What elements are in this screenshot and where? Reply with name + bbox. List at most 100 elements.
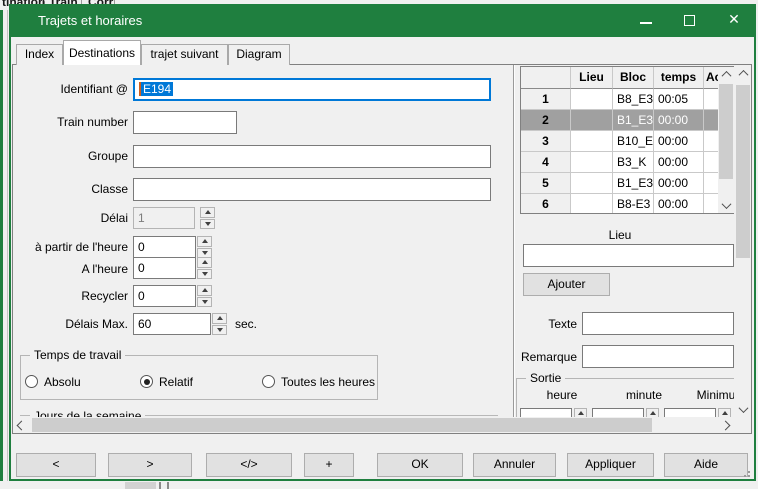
delai-spinner[interactable] [200, 207, 215, 229]
background-line [159, 482, 161, 489]
spin-up-icon[interactable] [200, 207, 215, 218]
scroll-up-icon[interactable] [718, 67, 734, 82]
spin-up-icon[interactable] [212, 313, 227, 324]
recycler-field[interactable]: 0 [133, 285, 196, 307]
spin-up-icon[interactable] [718, 408, 731, 417]
a-lheure-spinner[interactable] [197, 257, 212, 279]
sortie-minute-spinner[interactable] [646, 408, 659, 417]
horizontal-scrollbar[interactable] [13, 417, 734, 433]
classe-field[interactable] [133, 178, 491, 201]
sortie-minimum-field[interactable] [664, 408, 716, 417]
delais-max-field[interactable]: 60 [133, 313, 211, 335]
col-header-lieu[interactable]: Lieu [571, 67, 613, 89]
row-3-num[interactable]: 3 [521, 131, 571, 152]
spin-up-icon[interactable] [197, 285, 212, 296]
spin-down-icon[interactable] [212, 325, 227, 336]
row-5-temps[interactable]: 00:00 [654, 173, 704, 194]
spin-up-icon[interactable] [574, 408, 587, 417]
row-1-temps[interactable]: 00:05 [654, 89, 704, 110]
table-scrollbar-thumb[interactable] [719, 84, 733, 179]
scroll-down-icon[interactable] [735, 401, 751, 417]
row-6-temps[interactable]: 00:00 [654, 194, 704, 214]
ok-button[interactable]: OK [377, 453, 463, 477]
row-5-bloc[interactable]: B1_E3 [613, 173, 654, 194]
destinations-table[interactable]: Lieu Bloc temps Action 1 B8_E3 00:05 2 B… [520, 66, 734, 214]
row-1-lieu[interactable] [571, 89, 613, 110]
row-4-temps[interactable]: 00:00 [654, 152, 704, 173]
add-button[interactable]: + [304, 453, 354, 477]
spin-up-icon[interactable] [197, 236, 212, 247]
spin-down-icon[interactable] [200, 219, 215, 230]
tab-trajet-suivant[interactable]: trajet suivant [141, 44, 228, 65]
code-button[interactable]: </> [206, 453, 292, 477]
prev-button[interactable]: < [16, 453, 96, 477]
radio-relatif[interactable] [140, 375, 153, 388]
annuler-button[interactable]: Annuler [473, 453, 556, 477]
next-button[interactable]: > [108, 453, 192, 477]
ajouter-button[interactable]: Ajouter [523, 273, 610, 296]
col-header-bloc[interactable]: Bloc [613, 67, 654, 89]
spin-down-icon[interactable] [197, 297, 212, 308]
radio-toutes-les-heures[interactable] [262, 375, 275, 388]
radio-relatif-label[interactable]: Relatif [159, 375, 193, 389]
recycler-spinner[interactable] [197, 285, 212, 307]
train-number-field[interactable] [133, 111, 237, 134]
a-partir-field[interactable]: 0 [133, 236, 196, 258]
row-2-lieu[interactable] [571, 110, 613, 131]
row-1-bloc[interactable]: B8_E3 [613, 89, 654, 110]
lieu-field[interactable] [523, 244, 734, 267]
row-4-lieu[interactable] [571, 152, 613, 173]
a-partir-spinner[interactable] [197, 236, 212, 258]
texte-field[interactable] [582, 312, 734, 335]
row-1-num[interactable]: 1 [521, 89, 571, 110]
radio-absolu-label[interactable]: Absolu [44, 375, 81, 389]
spin-down-icon[interactable] [197, 269, 212, 280]
vertical-scrollbar-thumb[interactable] [736, 85, 750, 258]
tab-diagram[interactable]: Diagram [228, 44, 290, 65]
a-lheure-field[interactable]: 0 [133, 257, 196, 279]
row-5-num[interactable]: 5 [521, 173, 571, 194]
sortie-minute-field[interactable] [592, 408, 644, 417]
spin-up-icon[interactable] [646, 408, 659, 417]
identifiant-field[interactable]: E194 [133, 78, 491, 101]
tab-destinations[interactable]: Destinations [63, 40, 141, 65]
sortie-heure-field[interactable] [520, 408, 572, 417]
minimize-button[interactable] [624, 4, 668, 37]
horizontal-scrollbar-thumb[interactable] [32, 418, 652, 432]
col-header-row[interactable] [521, 67, 571, 89]
sortie-heure-label: heure [532, 388, 592, 402]
row-2-num[interactable]: 2 [521, 110, 571, 131]
delais-max-spinner[interactable] [212, 313, 227, 335]
sortie-legend: Sortie [526, 371, 565, 385]
col-header-temps[interactable]: temps [654, 67, 704, 89]
row-5-lieu[interactable] [571, 173, 613, 194]
row-3-lieu[interactable] [571, 131, 613, 152]
scroll-up-icon[interactable] [735, 65, 751, 81]
main-vertical-scrollbar[interactable] [735, 65, 751, 417]
appliquer-button[interactable]: Appliquer [567, 453, 654, 477]
remarque-field[interactable] [582, 345, 734, 368]
table-scrollbar[interactable] [718, 67, 734, 213]
scroll-right-icon[interactable] [717, 417, 734, 433]
sortie-minimum-spinner[interactable] [718, 408, 731, 417]
maximize-button[interactable] [668, 4, 712, 37]
spin-up-icon[interactable] [197, 257, 212, 268]
groupe-field[interactable] [133, 145, 491, 168]
aide-button[interactable]: Aide [664, 453, 748, 477]
sortie-heure-spinner[interactable] [574, 408, 587, 417]
row-3-temps[interactable]: 00:00 [654, 131, 704, 152]
row-2-temps[interactable]: 00:00 [654, 110, 704, 131]
row-6-num[interactable]: 6 [521, 194, 571, 214]
radio-toutes-les-heures-label[interactable]: Toutes les heures [281, 375, 375, 389]
tab-index[interactable]: Index [16, 44, 63, 65]
row-4-bloc[interactable]: B3_K [613, 152, 654, 173]
close-button[interactable]: ✕ [712, 4, 756, 37]
scroll-down-icon[interactable] [718, 198, 734, 213]
row-6-lieu[interactable] [571, 194, 613, 214]
radio-absolu[interactable] [25, 375, 38, 388]
row-6-bloc[interactable]: B8-E3 [613, 194, 654, 214]
row-3-bloc[interactable]: B10_E3 [613, 131, 654, 152]
scroll-left-icon[interactable] [13, 417, 30, 433]
row-2-bloc[interactable]: B1_E3 [613, 110, 654, 131]
row-4-num[interactable]: 4 [521, 152, 571, 173]
